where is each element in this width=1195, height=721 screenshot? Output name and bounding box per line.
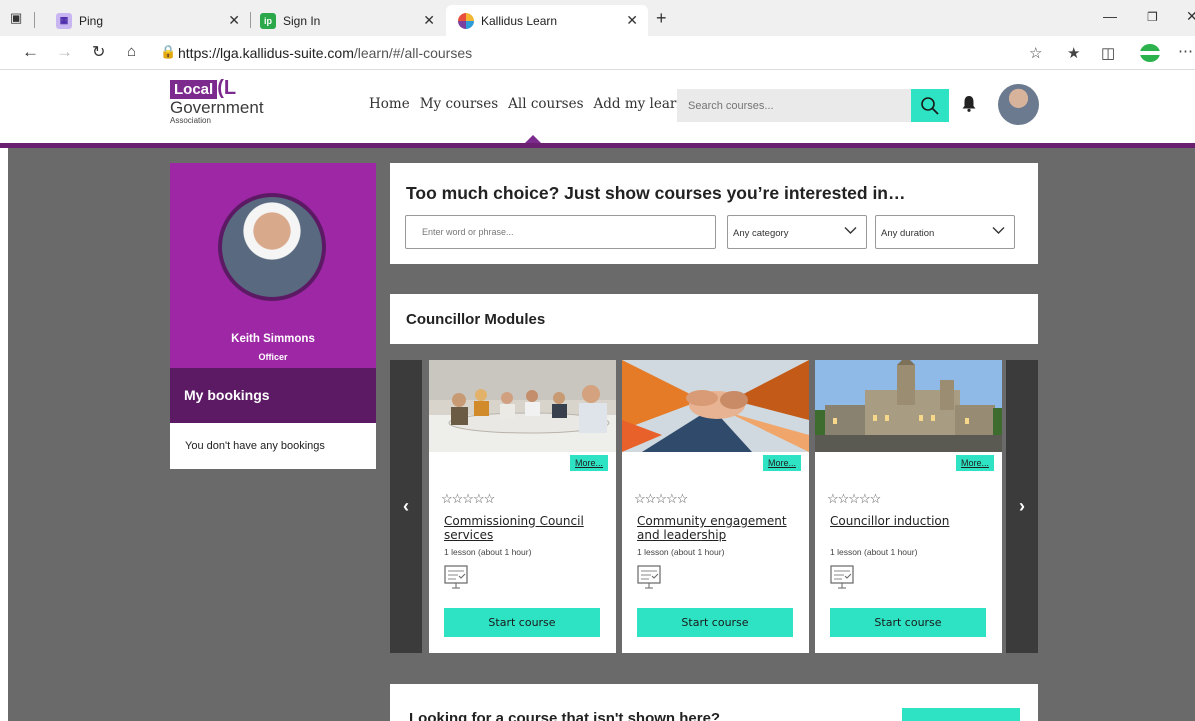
profile-photo	[218, 193, 326, 301]
course-image-meeting	[429, 360, 616, 452]
course-filter-panel: Too much choice? Just show courses you’r…	[390, 163, 1038, 264]
close-icon[interactable]: ✕	[626, 12, 638, 29]
logo-association: Association	[170, 116, 211, 125]
course-meta: 1 lesson (about 1 hour)	[830, 547, 918, 557]
course-meta: 1 lesson (about 1 hour)	[444, 547, 532, 557]
course-image-hands	[622, 360, 809, 452]
carousel-next-button[interactable]: ›	[1006, 360, 1038, 653]
lga-logo[interactable]: Local (L Government Association	[170, 77, 264, 125]
start-course-button[interactable]: Start course	[444, 608, 600, 637]
course-image-building	[815, 360, 1002, 452]
rating-stars-icon: ☆☆☆☆☆	[827, 491, 881, 506]
more-options-icon[interactable]: ⋯	[1178, 42, 1193, 60]
more-button[interactable]: More...	[956, 455, 994, 471]
elearning-module-icon	[637, 565, 661, 596]
carousel-prev-button[interactable]: ‹	[390, 360, 422, 653]
active-nav-indicator	[525, 135, 541, 143]
site-header: Local (L Government Association Home My c…	[0, 71, 1195, 143]
chevron-down-icon	[992, 227, 1005, 234]
tab-label: Sign In	[283, 13, 321, 28]
category-select[interactable]: Any category	[727, 215, 867, 249]
minimize-icon[interactable]: —	[1103, 8, 1117, 24]
request-course-title: Looking for a course that isn't shown he…	[409, 710, 721, 721]
search-icon	[921, 96, 939, 115]
course-card[interactable]: More... ☆☆☆☆☆ Commissioning Council serv…	[429, 360, 616, 653]
close-icon[interactable]: ✕	[228, 12, 240, 29]
address-bar: ← → ↻ ⌂ 🔒 https://lga.kallidus-suite.com…	[0, 36, 1195, 70]
back-icon[interactable]: ←	[22, 42, 39, 62]
new-tab-button[interactable]: +	[656, 8, 667, 29]
course-card[interactable]: More... ☆☆☆☆☆ Community engagement and l…	[622, 360, 809, 653]
refresh-icon[interactable]: ↻	[92, 42, 105, 62]
restore-icon[interactable]: ❐	[1147, 10, 1158, 24]
favorite-add-icon[interactable]: ☆	[1029, 44, 1042, 62]
collections-icon[interactable]: ◫	[1101, 44, 1115, 62]
search-button[interactable]	[911, 89, 949, 122]
duration-select[interactable]: Any duration	[875, 215, 1015, 249]
signin-icon: ip	[260, 12, 276, 29]
tab-kallidus-learn[interactable]: Kallidus Learn ✕	[446, 5, 648, 36]
course-title-link[interactable]: Community engagement and leadership	[637, 514, 797, 542]
course-title-link[interactable]: Councillor induction	[830, 514, 990, 529]
more-button[interactable]: More...	[763, 455, 801, 471]
filter-title: Too much choice? Just show courses you’r…	[406, 183, 906, 203]
search-input[interactable]	[677, 89, 911, 122]
request-course-button[interactable]	[902, 708, 1020, 721]
main-content: Keith Simmons Officer My bookings You do…	[8, 148, 1195, 721]
nav-home[interactable]: Home	[369, 96, 410, 112]
search-field[interactable]	[677, 89, 911, 122]
filter-keyword-input[interactable]: Enter word or phrase...	[405, 215, 716, 249]
course-title-link[interactable]: Commissioning Council services	[444, 514, 604, 542]
course-meta: 1 lesson (about 1 hour)	[637, 547, 725, 557]
profile-name: Keith Simmons	[231, 333, 315, 345]
tab-label: Kallidus Learn	[481, 13, 558, 28]
section-heading: Councillor Modules	[390, 294, 1038, 344]
profile-card: Keith Simmons Officer	[170, 163, 376, 368]
url-host: https://lga.kallidus-suite.com	[178, 45, 354, 61]
close-window-icon[interactable]: ✕	[1186, 8, 1195, 25]
start-course-button[interactable]: Start course	[637, 608, 793, 637]
forward-icon[interactable]: →	[56, 42, 73, 62]
more-button[interactable]: More...	[570, 455, 608, 471]
category-value: Any category	[733, 228, 789, 239]
bookings-heading: My bookings	[170, 368, 376, 423]
url-path: /learn/#/all-courses	[353, 45, 473, 61]
profile-role: Officer	[258, 352, 288, 362]
extension-icon[interactable]	[1140, 44, 1160, 62]
rating-stars-icon: ☆☆☆☆☆	[634, 491, 688, 506]
start-course-button[interactable]: Start course	[830, 608, 986, 637]
close-icon[interactable]: ✕	[423, 12, 435, 29]
nav-my-courses[interactable]: My courses	[420, 96, 498, 112]
rating-stars-icon: ☆☆☆☆☆	[441, 491, 495, 506]
notifications-bell-icon[interactable]	[962, 95, 976, 117]
kallidus-icon	[458, 12, 474, 29]
logo-local: Local	[170, 80, 218, 99]
logo-mark-icon: (L	[217, 77, 237, 99]
url-field[interactable]: https://lga.kallidus-suite.com/learn/#/a…	[178, 45, 472, 61]
browser-tab-bar: ▣ ▦ Ping ✕ ip Sign In ✕ Kallidus Learn ✕…	[0, 0, 1195, 36]
tab-actions-icon[interactable]: ▣	[10, 10, 22, 26]
tab-separator	[34, 12, 35, 28]
ping-icon: ▦	[56, 12, 72, 29]
bookings-empty-text: You don't have any bookings	[170, 423, 376, 469]
chevron-left-icon: ‹	[403, 496, 409, 516]
main-nav: Home My courses All courses Add my learn…	[369, 96, 717, 112]
chevron-right-icon: ›	[1019, 496, 1025, 516]
favorites-icon[interactable]: ★	[1067, 44, 1080, 62]
tab-sign-in[interactable]: ip Sign In ✕	[250, 5, 445, 36]
logo-government: Government	[170, 98, 264, 117]
chevron-down-icon	[844, 227, 857, 234]
request-course-panel: Looking for a course that isn't shown he…	[390, 684, 1038, 721]
lock-icon[interactable]: 🔒	[160, 44, 176, 60]
tab-ping[interactable]: ▦ Ping ✕	[42, 5, 250, 36]
nav-all-courses[interactable]: All courses	[508, 96, 583, 112]
elearning-module-icon	[444, 565, 468, 596]
user-avatar[interactable]	[998, 84, 1039, 125]
elearning-module-icon	[830, 565, 854, 596]
duration-value: Any duration	[881, 228, 935, 239]
tab-label: Ping	[79, 13, 104, 28]
home-icon[interactable]: ⌂	[127, 43, 136, 60]
course-card[interactable]: More... ☆☆☆☆☆ Councillor induction 1 les…	[815, 360, 1002, 653]
